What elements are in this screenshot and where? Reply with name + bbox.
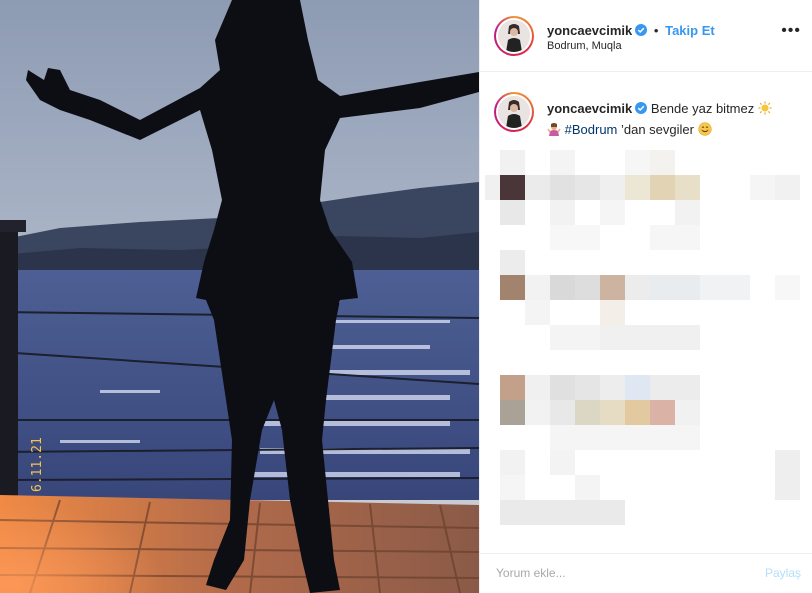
follow-button[interactable]: Takip Et: [665, 23, 715, 38]
verified-badge-icon: [635, 102, 648, 114]
pixelated-comments-area: [480, 145, 812, 545]
share-comment-button[interactable]: Paylaş: [765, 566, 801, 580]
more-options-button[interactable]: •••: [781, 23, 801, 39]
person-gesturing-emoji-icon: [547, 123, 561, 136]
post-photo[interactable]: 6.11.21: [0, 0, 479, 593]
sun-emoji-icon: [758, 101, 772, 115]
post-location[interactable]: Bodrum, Muqla: [547, 40, 622, 52]
author-avatar[interactable]: [494, 16, 534, 56]
smiling-face-emoji-icon: [698, 122, 712, 136]
comment-bar: Paylaş: [480, 553, 812, 593]
caption-body: Bende yaz bitmez: [650, 101, 755, 116]
photo-date-overlay: 6.11.21: [30, 437, 45, 492]
caption-suffix: ’dan sevgiler: [617, 122, 694, 137]
caption-text: yoncaevcimik Bende yaz bitmez #Bodrum ’d…: [547, 98, 802, 140]
avatar-portrait-icon: [498, 20, 530, 52]
post-header: yoncaevcimik • Takip Et Bodrum, Muqla ••…: [480, 0, 812, 72]
post-side-panel: yoncaevcimik • Takip Et Bodrum, Muqla ••…: [479, 0, 812, 593]
author-username[interactable]: yoncaevcimik: [547, 23, 632, 38]
avatar-portrait-icon: [498, 96, 530, 128]
caption-username[interactable]: yoncaevcimik: [547, 101, 632, 116]
hashtag-link[interactable]: #Bodrum: [565, 122, 618, 137]
photo-scene: [0, 0, 479, 593]
author-line: yoncaevcimik • Takip Et: [547, 23, 715, 38]
comment-input[interactable]: [496, 566, 736, 580]
caption-avatar[interactable]: [494, 92, 534, 132]
verified-badge-icon: [635, 24, 648, 36]
separator-dot: •: [653, 23, 659, 38]
pixelated-mosaic: [485, 150, 800, 525]
